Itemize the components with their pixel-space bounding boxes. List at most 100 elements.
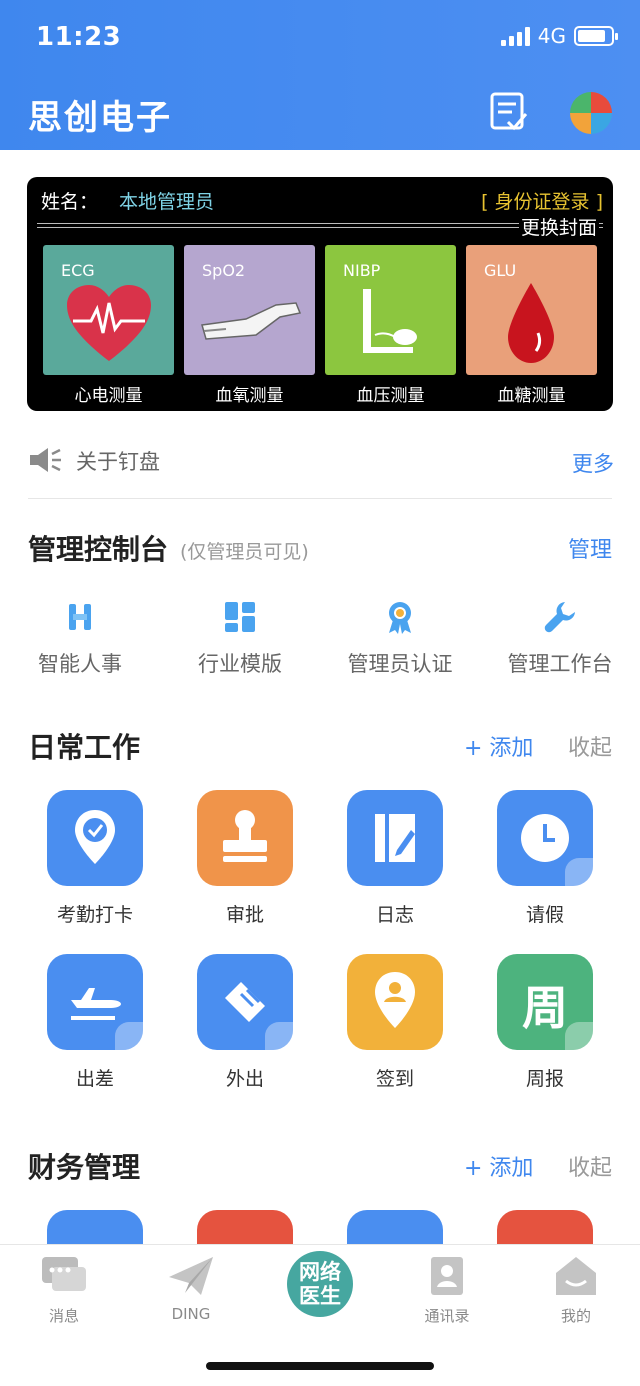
- notice-text: 关于钉盘: [76, 450, 160, 474]
- tab-label: DING: [171, 1305, 211, 1323]
- app-tile: [197, 790, 293, 886]
- admin-item-templates[interactable]: 行业模版: [165, 600, 315, 678]
- more-link[interactable]: 更多: [572, 448, 614, 478]
- glu-tile[interactable]: GLU: [466, 245, 597, 375]
- name-label: 姓名：: [41, 191, 99, 213]
- admin-item-smart-hr[interactable]: 智能人事: [5, 600, 155, 678]
- app-label: 外出: [225, 1068, 264, 1090]
- tasks-icon[interactable]: [490, 92, 528, 132]
- stamp-badge-icon: [565, 858, 593, 886]
- app-tile: 周: [497, 954, 593, 1050]
- daily-add-button[interactable]: + 添加: [464, 730, 533, 762]
- paper-plane-icon: [169, 1257, 213, 1295]
- stamp-icon: [223, 810, 267, 862]
- admin-item-admin-cert[interactable]: 管理员认证: [325, 600, 475, 678]
- finance-collapse-button[interactable]: 收起: [568, 1150, 612, 1182]
- edit-badge-icon: [565, 1022, 593, 1050]
- contacts-icon: [431, 1257, 463, 1295]
- admin-item-label: 智能人事: [38, 652, 122, 676]
- tab-network-doctor[interactable]: 网络 医生: [270, 1251, 370, 1317]
- app-going-out[interactable]: 外出: [170, 954, 320, 1091]
- daily-section-title: 日常工作: [28, 731, 141, 764]
- battery-level: [578, 30, 606, 42]
- megaphone-icon: [30, 448, 61, 472]
- journal-icon: [375, 814, 415, 862]
- app-tile: [47, 954, 143, 1050]
- hr-icon: [69, 604, 91, 630]
- tab-label: 消息: [48, 1307, 79, 1325]
- divider: [28, 498, 612, 499]
- manage-link[interactable]: 管理: [568, 532, 612, 564]
- tab-label: 通讯录: [424, 1307, 470, 1325]
- handshake-icon: [225, 982, 265, 1022]
- nibp-tile[interactable]: NIBP: [325, 245, 456, 375]
- heart-icon: [67, 285, 151, 361]
- clock-icon: [521, 814, 569, 862]
- status-indicators: 4G: [500, 24, 618, 48]
- tile-tag: ECG: [61, 261, 95, 280]
- admin-section-title: 管理控制台: [28, 533, 169, 566]
- wrench-icon: [544, 602, 575, 633]
- app-label: 签到: [375, 1068, 414, 1090]
- app-label: 周报: [525, 1068, 564, 1090]
- app-label: 日志: [375, 904, 414, 926]
- admin-item-workbench[interactable]: 管理工作台: [485, 600, 635, 678]
- blood-drop-icon: [508, 283, 554, 363]
- page-title: 思创电子: [28, 98, 172, 138]
- status-time: 11:23: [36, 22, 122, 52]
- doctor-logo-line: 网络: [299, 1260, 341, 1284]
- network-label: 4G: [537, 24, 566, 48]
- app-business-trip[interactable]: 出差: [20, 954, 170, 1091]
- badge-icon: [389, 602, 411, 634]
- spo2-tile[interactable]: SpO2: [184, 245, 315, 375]
- app-journal[interactable]: 日志: [320, 790, 470, 927]
- tab-contacts[interactable]: 通讯录: [397, 1255, 497, 1326]
- admin-item-label: 行业模版: [198, 652, 282, 676]
- id-card-login-link[interactable]: [ 身份证登录 ]: [481, 187, 603, 214]
- admin-item-label: 管理工作台: [507, 652, 613, 676]
- app-screen: 11:23 4G 思创电子 姓名： 本地管理员 [ 身份证登录 ] 更换封面 E…: [0, 0, 640, 1386]
- tile-caption: 血压测量: [356, 386, 425, 406]
- tile-tag: NIBP: [343, 261, 381, 280]
- daily-collapse-button[interactable]: 收起: [568, 730, 612, 762]
- avatar[interactable]: [570, 92, 612, 134]
- tab-ding[interactable]: DING: [141, 1255, 241, 1323]
- admin-item-label: 管理员认证: [347, 652, 453, 676]
- stamp-badge-icon: [115, 1022, 143, 1050]
- pulse-oximeter-icon: [201, 302, 302, 340]
- header: 11:23 4G 思创电子: [0, 0, 640, 150]
- tile-tag: SpO2: [202, 261, 246, 280]
- app-tile: [347, 790, 443, 886]
- app-checkin[interactable]: 签到: [320, 954, 470, 1091]
- app-label: 审批: [225, 904, 264, 926]
- app-tile: [197, 954, 293, 1050]
- app-weekly-report[interactable]: 周 周报: [470, 954, 620, 1091]
- tab-label: 我的: [560, 1307, 591, 1325]
- admin-section-subtitle: (仅管理员可见): [180, 541, 309, 563]
- app-leave[interactable]: 请假: [470, 790, 620, 927]
- app-attendance[interactable]: 考勤打卡: [20, 790, 170, 927]
- blood-pressure-icon: [363, 289, 417, 353]
- doctor-logo-line: 医生: [299, 1284, 341, 1308]
- stamp-badge-icon: [265, 1022, 293, 1050]
- home-indicator[interactable]: [206, 1362, 434, 1370]
- notice-bar[interactable]: 关于钉盘 更多: [28, 440, 614, 480]
- app-approval[interactable]: 审批: [170, 790, 320, 927]
- tile-caption: 血糖测量: [497, 386, 566, 406]
- app-tile: [47, 790, 143, 886]
- home-icon: [556, 1257, 596, 1295]
- template-icon: [225, 602, 255, 632]
- signal-icon: [500, 26, 530, 46]
- app-label: 出差: [75, 1068, 114, 1090]
- app-tile: [497, 790, 593, 886]
- app-label: 考勤打卡: [56, 904, 133, 926]
- checkin-pin-icon: [375, 972, 415, 1028]
- airplane-icon: [71, 988, 121, 1020]
- tab-mine[interactable]: 我的: [526, 1255, 626, 1326]
- doctor-logo-icon: 网络 医生: [287, 1251, 353, 1317]
- measurement-panel: 姓名： 本地管理员 [ 身份证登录 ] 更换封面 ECG SpO2 NIBP G…: [27, 177, 613, 411]
- ecg-tile[interactable]: ECG: [43, 245, 174, 375]
- tab-messages[interactable]: 消息: [14, 1255, 114, 1326]
- change-cover-button[interactable]: 更换封面: [518, 213, 599, 240]
- finance-add-button[interactable]: + 添加: [464, 1150, 533, 1182]
